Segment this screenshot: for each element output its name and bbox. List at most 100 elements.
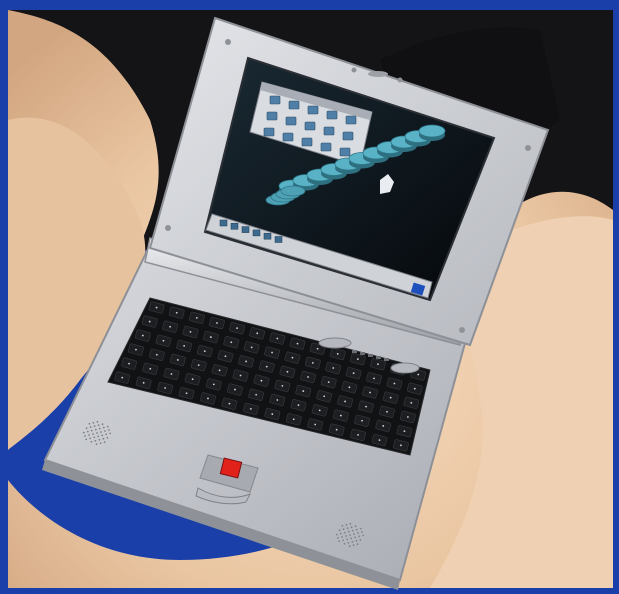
key-legend [311, 361, 314, 364]
key-legend [239, 374, 242, 377]
app-icon[interactable] [266, 111, 278, 121]
key-legend [382, 425, 385, 427]
key-legend [121, 376, 124, 379]
key-legend [389, 396, 392, 399]
key-legend [291, 356, 294, 359]
key-legend [403, 430, 406, 433]
key-legend [323, 395, 326, 398]
key-legend [142, 381, 145, 384]
key-legend [162, 339, 165, 342]
key-legend [386, 410, 388, 413]
key-legend [281, 384, 284, 387]
key-legend [336, 353, 339, 355]
app-icon[interactable] [304, 121, 316, 131]
app-icon[interactable] [282, 132, 294, 142]
key-legend [189, 331, 192, 333]
key-legend [228, 402, 231, 405]
key-legend [276, 337, 279, 340]
key-legend [361, 419, 363, 422]
key-legend [356, 358, 359, 360]
key-legend [170, 373, 173, 375]
key-legend [245, 360, 248, 363]
taskbar-icon[interactable] [252, 229, 261, 237]
photo-scene [0, 0, 619, 594]
key-legend [230, 341, 233, 344]
app-icon[interactable] [320, 142, 332, 152]
key-legend [169, 325, 171, 328]
key-legend [148, 320, 151, 323]
key-legend [249, 407, 252, 410]
key-legend [296, 342, 299, 345]
app-icon[interactable] [301, 137, 313, 147]
taskbar-icon[interactable] [219, 219, 228, 227]
key-legend [195, 316, 198, 319]
key-legend [400, 444, 402, 447]
key-legend [191, 378, 194, 381]
key-legend [335, 428, 338, 431]
app-icon[interactable] [342, 131, 354, 141]
key-legend [197, 364, 200, 367]
key-legend [316, 347, 319, 350]
key-legend [297, 404, 300, 407]
key-legend [155, 353, 158, 356]
key-legend [128, 362, 130, 365]
key-legend [413, 387, 416, 390]
taskbar-icon[interactable] [274, 236, 283, 243]
key-legend [207, 397, 209, 400]
key-legend [255, 393, 258, 396]
taskbar-icon[interactable] [230, 223, 239, 230]
key-legend [203, 350, 206, 353]
key-legend [155, 306, 158, 309]
key-legend [265, 365, 268, 368]
app-icon[interactable] [288, 100, 300, 110]
key-legend [369, 391, 371, 394]
key-legend [260, 379, 263, 382]
key-legend [348, 386, 351, 389]
key-legend [271, 351, 273, 354]
key-legend [302, 390, 305, 392]
app-icon[interactable] [263, 127, 275, 137]
lid-screw [525, 145, 531, 151]
key-legend [224, 355, 227, 358]
key-legend [365, 405, 367, 408]
taskbar-icon[interactable] [241, 226, 250, 233]
key-legend [236, 327, 238, 330]
button-right-oval[interactable] [390, 362, 420, 374]
app-icon[interactable] [269, 95, 281, 105]
key-legend [344, 400, 347, 403]
button-left-oval[interactable] [318, 337, 352, 349]
key-legend [357, 433, 359, 436]
app-icon[interactable] [339, 147, 351, 157]
key-legend [250, 346, 253, 349]
key-legend [286, 370, 289, 373]
key-legend [164, 387, 167, 389]
key-legend [234, 388, 236, 391]
key-legend [135, 348, 137, 351]
key-legend [393, 382, 396, 385]
key-legend [417, 373, 420, 376]
key-legend [175, 311, 178, 314]
key-legend [218, 369, 221, 372]
app-icon[interactable] [345, 115, 357, 125]
app-icon[interactable] [307, 105, 319, 115]
key-legend [327, 381, 330, 384]
lid-indicator [351, 67, 357, 73]
key-legend [149, 367, 152, 370]
key-legend [410, 401, 413, 404]
key-legend [406, 416, 409, 418]
app-icon[interactable] [323, 126, 335, 136]
lid-screw [225, 39, 231, 45]
key-legend [307, 376, 309, 378]
app-icon[interactable] [326, 110, 338, 120]
key-legend [183, 345, 186, 347]
key-legend [314, 423, 317, 426]
key-legend [352, 372, 355, 375]
key-legend [209, 336, 212, 338]
key-legend [256, 332, 259, 335]
key-legend [216, 322, 218, 324]
lid-screw [165, 225, 171, 231]
app-icon[interactable] [285, 116, 297, 126]
key-legend [373, 377, 375, 380]
taskbar-icon[interactable] [263, 232, 272, 240]
key-legend [271, 413, 274, 415]
